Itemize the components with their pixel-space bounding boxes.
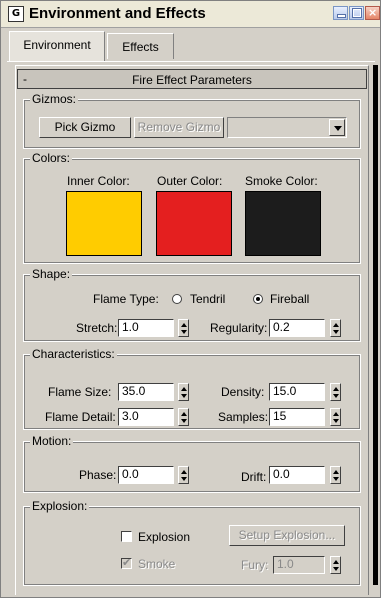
explosion-label[interactable]: Explosion — [138, 530, 190, 544]
close-button[interactable]: × — [365, 6, 380, 20]
flame-size-field[interactable]: 35.0 — [118, 383, 174, 401]
colors-group-title: Colors: — [30, 151, 73, 165]
minimize-icon — [337, 14, 346, 18]
spin-down-icon — [181, 419, 187, 423]
samples-spinner[interactable] — [330, 408, 341, 426]
shape-group-title: Shape: — [30, 267, 73, 281]
drift-field[interactable]: 0.0 — [269, 466, 325, 484]
app-icon: G — [8, 6, 24, 22]
phase-label: Phase: — [79, 468, 117, 482]
outer-color-label: Outer Color: — [157, 174, 223, 188]
chevron-down-icon — [334, 126, 342, 131]
density-field[interactable]: 15.0 — [269, 383, 325, 401]
gizmo-dropdown[interactable] — [227, 117, 347, 138]
spin-down-icon — [333, 330, 339, 334]
spin-up-icon — [181, 470, 187, 474]
regularity-label: Regularity: — [210, 321, 268, 335]
spin-up-icon — [333, 470, 339, 474]
fury-label: Fury: — [241, 558, 269, 572]
phase-field[interactable]: 0.0 — [118, 466, 174, 484]
rollout-header-fire-effect[interactable]: - Fire Effect Parameters — [17, 69, 367, 89]
environment-effects-window: G Environment and Effects × Environment … — [0, 0, 381, 598]
gizmo-dropdown-arrow[interactable] — [329, 119, 345, 136]
maximize-icon — [353, 9, 361, 17]
inner-color-label: Inner Color: — [67, 174, 130, 188]
tab-effects[interactable]: Effects — [107, 33, 174, 59]
spin-up-icon — [333, 412, 339, 416]
outer-color-swatch[interactable] — [156, 191, 232, 256]
tab-environment[interactable]: Environment — [9, 31, 105, 61]
flame-type-label: Flame Type: — [93, 292, 159, 306]
checkmark-icon: ✔ — [122, 556, 132, 569]
stretch-label: Stretch: — [76, 321, 118, 335]
smoke-color-label: Smoke Color: — [245, 174, 318, 188]
fireball-radio[interactable] — [253, 294, 263, 304]
spin-down-icon — [333, 477, 339, 481]
tab-divider — [7, 61, 375, 62]
tendril-radio[interactable] — [172, 294, 182, 304]
samples-field[interactable]: 15 — [269, 408, 325, 426]
flame-detail-field[interactable]: 3.0 — [118, 408, 174, 426]
spin-up-icon — [181, 412, 187, 416]
gizmos-group-title: Gizmos: — [30, 92, 79, 106]
samples-label: Samples: — [218, 410, 269, 424]
spin-up-icon — [333, 387, 339, 391]
flame-detail-label: Flame Detail: — [45, 410, 116, 424]
drift-spinner[interactable] — [330, 466, 341, 484]
close-icon: × — [368, 6, 378, 19]
smoke-color-swatch[interactable] — [245, 191, 321, 256]
panel-scrollbar[interactable] — [373, 65, 378, 585]
minimize-button[interactable] — [333, 6, 348, 20]
spin-down-icon — [181, 330, 187, 334]
spin-down-icon — [181, 394, 187, 398]
spin-up-icon — [181, 387, 187, 391]
regularity-field[interactable]: 0.2 — [269, 319, 325, 337]
stretch-spinner[interactable] — [178, 319, 189, 337]
pick-gizmo-button[interactable]: Pick Gizmo — [39, 117, 131, 138]
smoke-checkbox[interactable]: ✔ — [121, 556, 132, 569]
title-bar[interactable]: G Environment and Effects × — [1, 1, 380, 28]
motion-group-title: Motion: — [30, 434, 74, 448]
spin-up-icon — [181, 323, 187, 327]
window-title: Environment and Effects — [29, 5, 206, 22]
inner-color-swatch[interactable] — [66, 191, 142, 256]
fury-spinner[interactable] — [330, 556, 341, 574]
spin-up-icon — [333, 560, 339, 564]
phase-spinner[interactable] — [178, 466, 189, 484]
explosion-group: Explosion: — [23, 499, 361, 586]
explosion-group-title: Explosion: — [30, 499, 90, 513]
regularity-spinner[interactable] — [330, 319, 341, 337]
fireball-label[interactable]: Fireball — [270, 292, 309, 306]
setup-explosion-button[interactable]: Setup Explosion... — [229, 525, 345, 546]
remove-gizmo-button[interactable]: Remove Gizmo — [134, 117, 224, 138]
stretch-field[interactable]: 1.0 — [118, 319, 174, 337]
spin-down-icon — [333, 567, 339, 571]
flame-size-spinner[interactable] — [178, 383, 189, 401]
drift-label: Drift: — [241, 470, 267, 484]
fury-field[interactable]: 1.0 — [273, 556, 325, 574]
spin-down-icon — [333, 419, 339, 423]
spin-down-icon — [333, 394, 339, 398]
density-spinner[interactable] — [330, 383, 341, 401]
explosion-checkbox[interactable] — [121, 531, 132, 542]
density-label: Density: — [221, 385, 265, 399]
characteristics-group-title: Characteristics: — [30, 347, 117, 361]
maximize-button[interactable] — [349, 6, 364, 20]
spin-up-icon — [333, 323, 339, 327]
flame-size-label: Flame Size: — [48, 385, 112, 399]
rollout-title: Fire Effect Parameters — [132, 73, 252, 87]
flame-detail-spinner[interactable] — [178, 408, 189, 426]
spin-down-icon — [181, 477, 187, 481]
tendril-label[interactable]: Tendril — [190, 292, 225, 306]
smoke-label[interactable]: Smoke — [138, 557, 175, 571]
